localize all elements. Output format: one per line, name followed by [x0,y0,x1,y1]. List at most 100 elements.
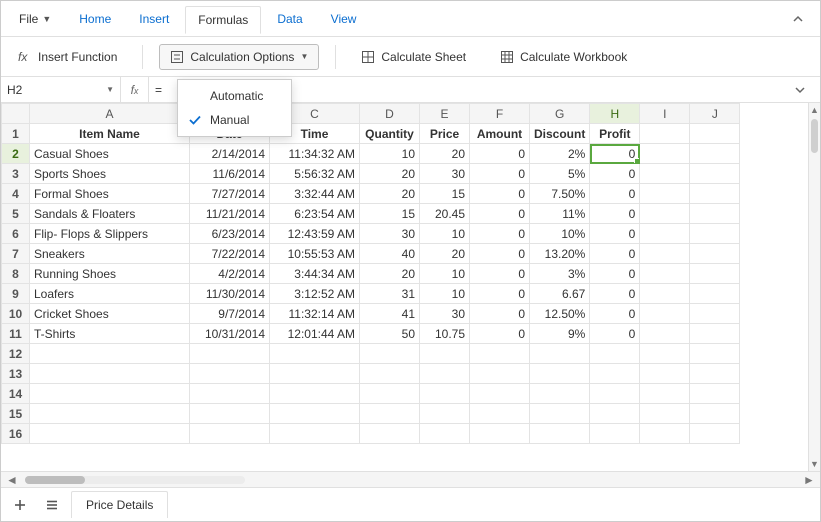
add-sheet-button[interactable] [7,492,33,518]
cell[interactable] [470,384,530,404]
cell[interactable]: 0 [590,324,640,344]
cell[interactable] [30,344,190,364]
all-sheets-button[interactable] [39,492,65,518]
cell[interactable] [190,364,270,384]
col-header-E[interactable]: E [420,104,470,124]
cell[interactable]: Price [420,124,470,144]
horizontal-scrollbar[interactable]: ◄ ► [1,471,820,487]
cell[interactable] [420,424,470,444]
cell[interactable] [640,224,690,244]
cell[interactable] [640,264,690,284]
ribbon-collapse-button[interactable] [782,7,814,31]
cell[interactable]: 0 [470,204,530,224]
cell[interactable]: 11/6/2014 [190,164,270,184]
row-header-8[interactable]: 8 [2,264,30,284]
cell[interactable]: 0 [590,204,640,224]
col-header-F[interactable]: F [470,104,530,124]
cell[interactable] [30,364,190,384]
cell[interactable] [590,404,640,424]
cell[interactable]: 11:34:32 AM [270,144,360,164]
cell[interactable]: 0 [470,224,530,244]
cell[interactable] [640,384,690,404]
cell[interactable] [360,424,420,444]
col-header-I[interactable]: I [640,104,690,124]
cell[interactable] [420,404,470,424]
cell[interactable]: 0 [470,164,530,184]
cell[interactable] [530,344,590,364]
cell[interactable]: 40 [360,244,420,264]
cell[interactable] [690,404,740,424]
cell[interactable]: 3:12:52 AM [270,284,360,304]
row-header-15[interactable]: 15 [2,404,30,424]
cell[interactable]: 0 [590,264,640,284]
scroll-track[interactable] [809,117,820,457]
cell[interactable]: 0 [470,284,530,304]
cell[interactable] [640,364,690,384]
scroll-right-button[interactable]: ► [802,473,816,487]
cell[interactable] [270,384,360,404]
cell[interactable]: 7/27/2014 [190,184,270,204]
cell[interactable]: Quantity [360,124,420,144]
cell[interactable]: 3:44:34 AM [270,264,360,284]
row-header-4[interactable]: 4 [2,184,30,204]
cell[interactable] [270,424,360,444]
calculate-sheet-button[interactable]: Calculate Sheet [352,45,475,69]
cell[interactable] [420,344,470,364]
cell[interactable]: 11/21/2014 [190,204,270,224]
row-header-2[interactable]: 2 [2,144,30,164]
cell[interactable] [640,204,690,224]
menu-view[interactable]: View [319,6,369,32]
cell[interactable]: 3% [530,264,590,284]
cell[interactable] [420,364,470,384]
cell[interactable]: 0 [590,184,640,204]
cell[interactable] [640,304,690,324]
select-all-corner[interactable] [2,104,30,124]
cell[interactable] [530,384,590,404]
cell[interactable]: 0 [590,144,640,164]
cell[interactable] [530,404,590,424]
cell[interactable] [690,204,740,224]
scroll-down-button[interactable]: ▼ [809,457,820,471]
name-box[interactable]: H2 ▼ [1,77,121,102]
cell[interactable] [690,364,740,384]
cell[interactable] [30,384,190,404]
cell[interactable] [640,324,690,344]
cell[interactable]: 41 [360,304,420,324]
cell[interactable]: 0 [470,184,530,204]
cell[interactable]: Cricket Shoes [30,304,190,324]
row-header-16[interactable]: 16 [2,424,30,444]
row-header-5[interactable]: 5 [2,204,30,224]
cell[interactable]: 3:32:44 AM [270,184,360,204]
cell[interactable] [690,324,740,344]
cell[interactable]: 0 [470,264,530,284]
cell[interactable] [690,264,740,284]
cell[interactable] [690,164,740,184]
cell[interactable] [640,184,690,204]
cell[interactable] [590,344,640,364]
cell[interactable] [640,164,690,184]
cell[interactable] [690,244,740,264]
cell[interactable] [590,384,640,404]
cell[interactable] [690,144,740,164]
cell[interactable]: Sandals & Floaters [30,204,190,224]
cell[interactable] [470,424,530,444]
cell[interactable]: 10% [530,224,590,244]
row-header-10[interactable]: 10 [2,304,30,324]
col-header-H[interactable]: H [590,104,640,124]
cell[interactable] [360,404,420,424]
row-header-14[interactable]: 14 [2,384,30,404]
cell[interactable] [360,344,420,364]
cell[interactable] [690,184,740,204]
cell[interactable] [640,284,690,304]
calculation-options-button[interactable]: Calculation Options ▼ [159,44,319,70]
cell[interactable] [640,424,690,444]
cell[interactable] [470,344,530,364]
col-header-J[interactable]: J [690,104,740,124]
menu-home[interactable]: Home [67,6,123,32]
cell[interactable] [270,404,360,424]
cell[interactable]: 20 [420,244,470,264]
cell[interactable]: 10/31/2014 [190,324,270,344]
col-header-A[interactable]: A [30,104,190,124]
cell[interactable] [690,124,740,144]
cell[interactable]: 5:56:32 AM [270,164,360,184]
